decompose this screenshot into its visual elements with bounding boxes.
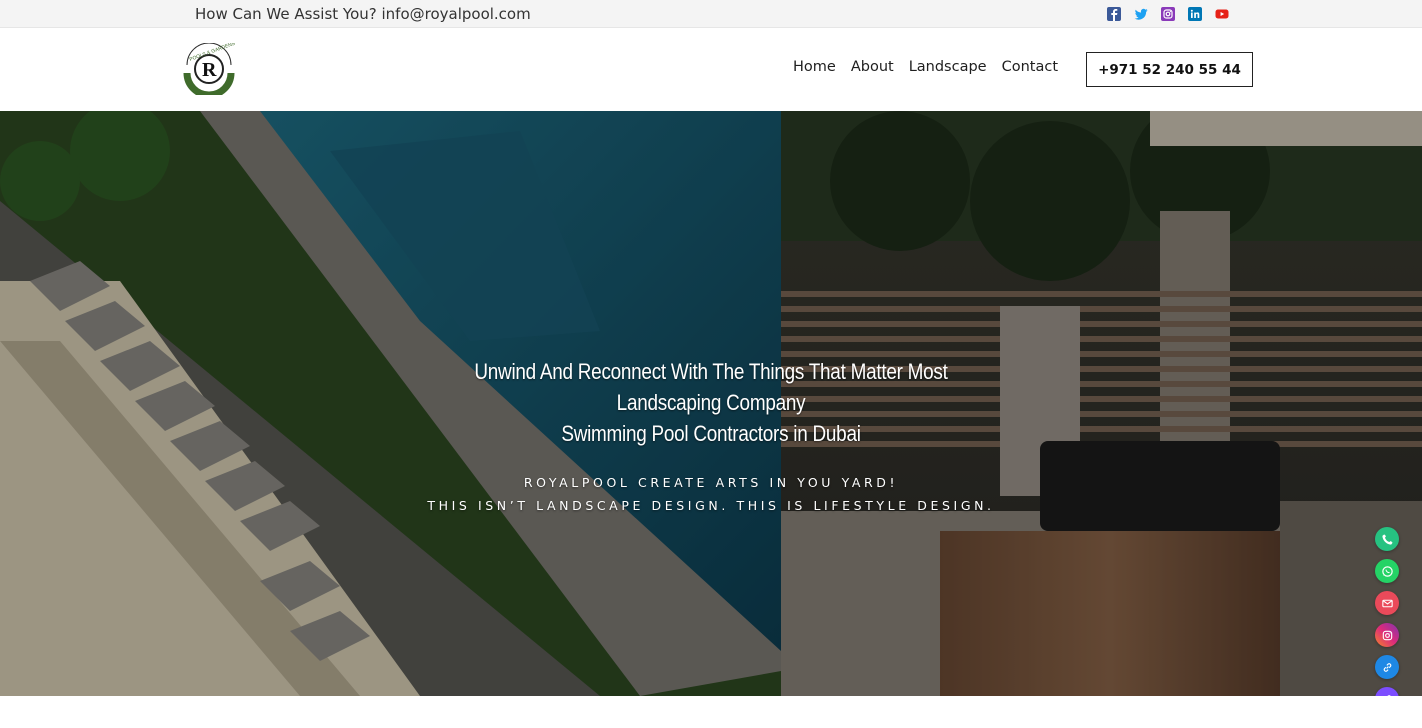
social-icons (1107, 7, 1229, 21)
assist-text[interactable]: How Can We Assist You? info@royalpool.co… (195, 5, 531, 23)
hero-headline: Unwind And Reconnect With The Things Tha… (100, 356, 1323, 449)
site-header: R POOLS & GARDENS Home About Landscape C… (0, 28, 1422, 111)
email-icon (1381, 599, 1393, 607)
link-float-button[interactable] (1375, 655, 1399, 679)
instagram-float-button[interactable] (1375, 623, 1399, 647)
nav-contact[interactable]: Contact (1002, 59, 1058, 75)
hero-section: Unwind And Reconnect With The Things Tha… (0, 111, 1422, 696)
link-icon (1383, 662, 1391, 672)
email-float-button[interactable] (1375, 591, 1399, 615)
svg-text:R: R (202, 59, 217, 81)
whatsapp-float-button[interactable] (1375, 559, 1399, 583)
phone-icon (1381, 533, 1393, 545)
nav-home[interactable]: Home (793, 59, 836, 75)
phone-button[interactable]: +971 52 240 55 44 (1086, 52, 1253, 87)
site-logo[interactable]: R POOLS & GARDENS (182, 41, 237, 99)
hero-headline-line: Landscaping Company (616, 390, 806, 415)
hero-subline: ROYALPOOL CREATE ARTS IN YOU YARD! THIS … (0, 471, 1422, 517)
nav-about[interactable]: About (851, 59, 894, 75)
nav-landscape[interactable]: Landscape (909, 59, 987, 75)
hero-subline-line: THIS ISN’T LANDSCAPE DESIGN. THIS IS LIF… (427, 498, 995, 513)
top-bar: How Can We Assist You? info@royalpool.co… (0, 0, 1422, 28)
twitter-icon[interactable] (1134, 7, 1148, 21)
hero-subline-line: ROYALPOOL CREATE ARTS IN YOU YARD! (523, 475, 899, 490)
instagram-icon (1382, 630, 1392, 640)
phone-float-button[interactable] (1375, 527, 1399, 551)
main-nav: Home About Landscape Contact (793, 59, 1073, 75)
hero-headline-line: Unwind And Reconnect With The Things Tha… (474, 359, 948, 384)
instagram-icon[interactable] (1161, 7, 1175, 21)
hero-headline-line: Swimming Pool Contractors in Dubai (561, 421, 861, 446)
youtube-icon[interactable] (1215, 7, 1229, 21)
page-below-hero (0, 696, 1422, 728)
whatsapp-icon (1381, 565, 1393, 577)
facebook-icon[interactable] (1107, 7, 1121, 21)
floating-contact-buttons (1375, 527, 1399, 711)
linkedin-icon[interactable] (1188, 7, 1202, 21)
